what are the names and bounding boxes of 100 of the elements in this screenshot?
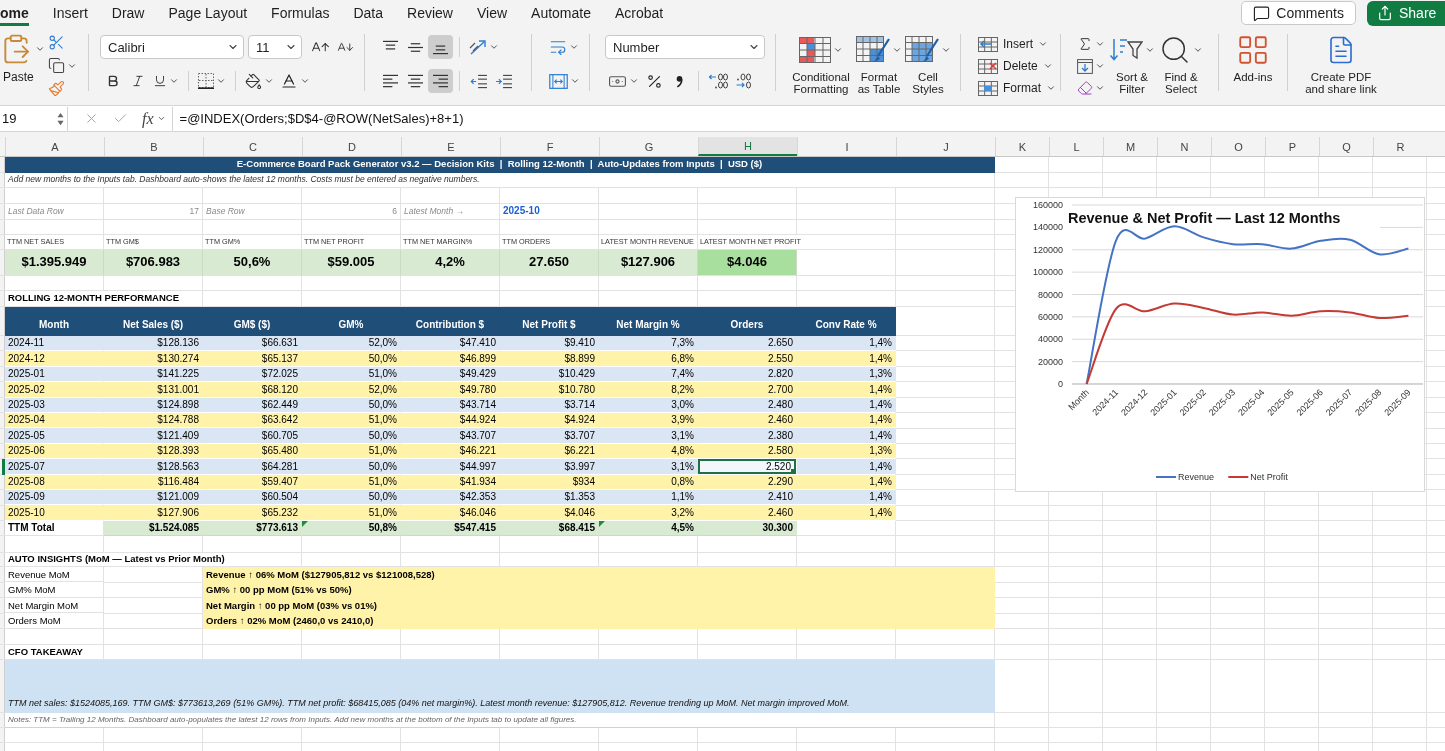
cells-button[interactable]: Insert	[976, 33, 1058, 55]
column-header[interactable]: P	[1265, 137, 1319, 156]
table-cell: $44.997	[401, 459, 500, 475]
column-header[interactable]: J	[896, 137, 995, 156]
table-cell: 2025-02	[5, 382, 104, 398]
caret-icon	[300, 76, 310, 86]
column-header[interactable]: N	[1157, 137, 1211, 156]
table-cell: 2.460	[698, 505, 797, 521]
vertical-align-button[interactable]	[428, 35, 453, 59]
column-heading: Net Margin %	[599, 307, 698, 336]
ribbon-tab[interactable]: Insert	[52, 0, 88, 26]
column-header[interactable]: L	[1049, 137, 1103, 156]
caret-icon	[1193, 45, 1203, 55]
outdent-icon	[469, 73, 488, 89]
table-cell: $49.780	[401, 382, 500, 398]
name-box[interactable]: 19	[0, 106, 68, 131]
table-cell: 2024-12	[5, 351, 104, 367]
column-header[interactable]: R	[1373, 137, 1427, 156]
table-cell: 2025-09	[5, 490, 104, 506]
decrease-decimal-icon	[734, 73, 753, 89]
caret-icon	[1095, 83, 1105, 93]
align-center-icon	[407, 73, 424, 89]
column-header[interactable]: Q	[1319, 137, 1373, 156]
table-cell: $124.788	[104, 413, 203, 429]
cells-button[interactable]: Delete	[976, 55, 1058, 77]
number-format-select[interactable]: Number	[605, 35, 765, 59]
column-header[interactable]: A	[5, 137, 104, 156]
ribbon-tab[interactable]: Draw	[111, 0, 145, 26]
table-cell: $121.009	[104, 490, 203, 506]
font-name-select[interactable]: Calibri	[100, 35, 244, 59]
ribbon-tab[interactable]: ome	[0, 0, 29, 26]
ribbon-tab[interactable]: Page Layout	[168, 0, 248, 26]
column-header[interactable]: F	[500, 137, 599, 156]
y-axis-label: 80000	[1037, 289, 1063, 300]
column-heading: GM$ ($)	[203, 307, 302, 336]
font-size-select[interactable]: 11	[248, 35, 302, 59]
legend-line-icon	[1227, 476, 1250, 478]
sigma-icon	[1077, 36, 1093, 52]
column-heading: GM%	[302, 307, 401, 336]
column-header[interactable]: H	[698, 137, 797, 156]
copy-icon	[48, 57, 65, 74]
insight-text: GM% ↑ 00 pp MoM (51% vs 50%)	[203, 582, 995, 598]
table-cell: $68.120	[203, 382, 302, 398]
insert-function-button[interactable]: fx	[142, 109, 166, 128]
ribbon-tab[interactable]: Automate	[531, 0, 591, 26]
cells-button[interactable]: Format	[976, 77, 1058, 99]
column-header[interactable]: I	[797, 137, 896, 156]
styles-button[interactable]: Cell Styles	[905, 31, 951, 95]
ribbon-tab[interactable]: Review	[407, 0, 453, 26]
table-cell: 1,4%	[797, 382, 896, 398]
table-cell: 2.550	[698, 351, 797, 367]
column-header[interactable]: M	[1103, 137, 1157, 156]
table-cell: $60.504	[203, 490, 302, 506]
cell-insert-icon	[978, 36, 998, 52]
styles-button[interactable]: Conditional Formatting	[789, 31, 853, 95]
sort-filter-button[interactable]: Sort & Filter	[1109, 31, 1155, 95]
table-cell: $46.899	[401, 351, 500, 367]
y-axis-label: 20000	[1037, 356, 1063, 367]
table-cell: $63.642	[203, 413, 302, 429]
column-heading: Net Profit $	[500, 307, 599, 336]
table-cell: $65.232	[203, 505, 302, 521]
column-header[interactable]: K	[995, 137, 1049, 156]
column-header[interactable]: O	[1211, 137, 1265, 156]
table-cell: 3,2%	[599, 505, 698, 521]
ribbon-tab[interactable]: Formulas	[271, 0, 330, 26]
caret-icon	[1095, 39, 1105, 49]
horizontal-align-button[interactable]	[428, 69, 453, 93]
caret-icon	[1095, 61, 1105, 71]
column-header[interactable]: B	[104, 137, 203, 156]
scissors-icon	[48, 34, 65, 51]
ribbon-tab[interactable]: View	[476, 0, 508, 26]
comments-button[interactable]: Comments	[1241, 1, 1356, 25]
formula-field[interactable]: =@INDEX(Orders;$D$4-@ROW(NetSales)+8+1)	[171, 106, 1445, 131]
table-cell: 8,2%	[599, 382, 698, 398]
paint-bucket-icon	[245, 72, 262, 90]
column-header[interactable]: D	[302, 137, 401, 156]
ribbon-tab[interactable]: Data	[353, 0, 384, 26]
y-axis-label: 40000	[1037, 334, 1063, 345]
column-header[interactable]: E	[401, 137, 500, 156]
paste-button[interactable]: Paste	[0, 31, 44, 84]
legend-line-icon	[1155, 476, 1177, 478]
kpi-value: $1.395.949	[5, 250, 104, 276]
share-button[interactable]: Share	[1367, 0, 1445, 26]
styles-button[interactable]: Format as Table	[855, 31, 903, 95]
legend-label: Revenue	[1178, 472, 1215, 482]
find-select-button[interactable]: Find & Select	[1157, 31, 1205, 95]
ribbon-tab[interactable]: Acrobat	[615, 0, 664, 26]
caret-icon	[833, 45, 843, 55]
table-cell: $64.281	[203, 459, 302, 475]
table-cell: 2025-04	[5, 413, 104, 429]
y-axis-label: 140000	[1032, 222, 1063, 233]
caret-icon	[569, 42, 579, 52]
cell-format-icon	[978, 80, 998, 96]
kpi-value: $706.983	[104, 250, 203, 276]
column-heading: Month	[5, 307, 104, 336]
add-ins-button[interactable]: Add-ins	[1225, 31, 1281, 83]
create-pdf-button[interactable]: Create PDF and share link	[1302, 31, 1380, 95]
table-cell: 52,0%	[302, 382, 401, 398]
column-header[interactable]: C	[203, 137, 302, 156]
insight-text: Revenue ↑ 06% MoM ($127905,812 vs $121008,528)	[203, 566, 995, 583]
